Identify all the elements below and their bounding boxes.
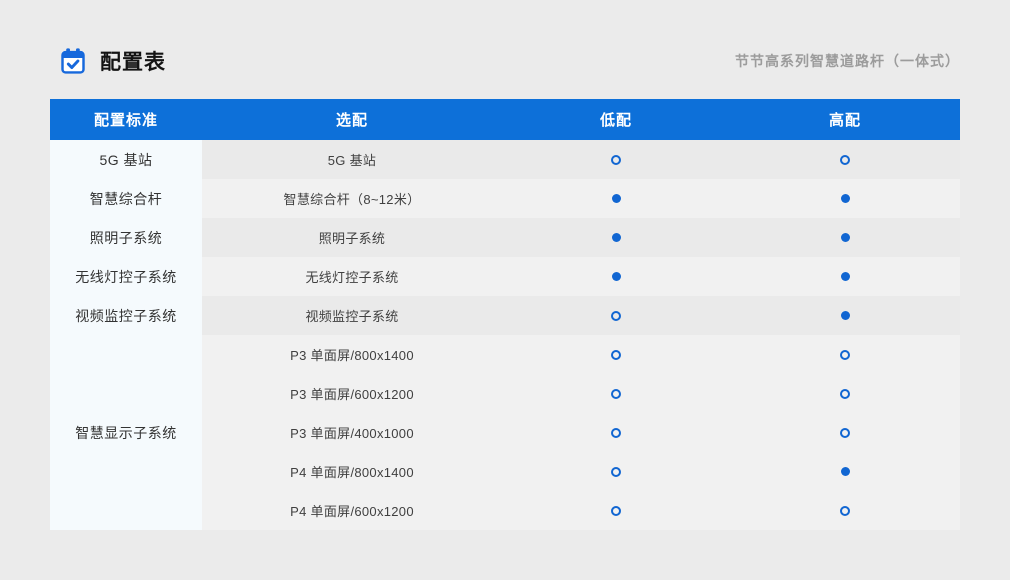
calendar-check-icon: [59, 47, 87, 75]
group-rows: P3 单面屏/800x1400 P3 单面屏/600x1200 P3 单面屏/400…: [202, 335, 960, 530]
option-label: P4 单面屏/800x1400: [202, 462, 502, 481]
high-config-cell: [730, 194, 960, 203]
high-config-cell: [730, 428, 960, 438]
option-label: 照明子系统: [202, 228, 502, 247]
marker-open-circle-icon: [840, 428, 850, 438]
category-label: 无线灯控子系统: [50, 257, 202, 296]
marker-open-circle-icon: [611, 311, 621, 321]
low-config-cell: [502, 350, 730, 360]
table-row: P4 单面屏/600x1200: [202, 491, 960, 530]
title-group: 配置表: [59, 46, 166, 76]
table-row: P3 单面屏/400x1000: [202, 413, 960, 452]
marker-open-circle-icon: [611, 389, 621, 399]
table-row: 照明子系统: [202, 218, 960, 257]
table-group: 智慧综合杆智慧综合杆（8~12米）: [50, 179, 960, 218]
marker-open-circle-icon: [611, 428, 621, 438]
table-row: 5G 基站: [202, 140, 960, 179]
low-config-cell: [502, 428, 730, 438]
marker-filled-circle-icon: [612, 194, 621, 203]
high-config-cell: [730, 506, 960, 516]
group-rows: 智慧综合杆（8~12米）: [202, 179, 960, 218]
option-label: P3 单面屏/600x1200: [202, 384, 502, 403]
category-label: 视频监控子系统: [50, 296, 202, 335]
marker-open-circle-icon: [840, 389, 850, 399]
marker-open-circle-icon: [611, 350, 621, 360]
category-label: 智慧综合杆: [50, 179, 202, 218]
page-header: 配置表 节节高系列智慧道路杆（一体式）: [59, 46, 960, 76]
table-group: 照明子系统照明子系统: [50, 218, 960, 257]
category-label: 智慧显示子系统: [50, 335, 202, 530]
group-rows: 照明子系统: [202, 218, 960, 257]
high-config-cell: [730, 311, 960, 320]
marker-filled-circle-icon: [841, 194, 850, 203]
marker-filled-circle-icon: [841, 311, 850, 320]
low-config-cell: [502, 272, 730, 281]
column-header-optional: 选配: [202, 109, 502, 130]
low-config-cell: [502, 155, 730, 165]
high-config-cell: [730, 467, 960, 476]
option-label: 智慧综合杆（8~12米）: [202, 189, 502, 208]
option-label: 5G 基站: [202, 150, 502, 169]
group-rows: 视频监控子系统: [202, 296, 960, 335]
series-subtitle: 节节高系列智慧道路杆（一体式）: [735, 51, 960, 71]
group-rows: 无线灯控子系统: [202, 257, 960, 296]
low-config-cell: [502, 467, 730, 477]
table-group: 无线灯控子系统无线灯控子系统: [50, 257, 960, 296]
column-header-high-config: 高配: [730, 109, 960, 130]
table-group: 5G 基站5G 基站: [50, 140, 960, 179]
marker-open-circle-icon: [840, 506, 850, 516]
low-config-cell: [502, 233, 730, 242]
low-config-cell: [502, 506, 730, 516]
group-rows: 5G 基站: [202, 140, 960, 179]
option-label: 视频监控子系统: [202, 306, 502, 325]
high-config-cell: [730, 350, 960, 360]
config-table: 配置标准 选配 低配 高配 5G 基站5G 基站智慧综合杆智慧综合杆（8~12米…: [50, 99, 960, 530]
table-group: 智慧显示子系统P3 单面屏/800x1400P3 单面屏/600x1200P3 …: [50, 335, 960, 530]
column-header-low-config: 低配: [502, 109, 730, 130]
category-label: 照明子系统: [50, 218, 202, 257]
low-config-cell: [502, 311, 730, 321]
option-label: P3 单面屏/400x1000: [202, 423, 502, 442]
marker-filled-circle-icon: [841, 233, 850, 242]
table-group: 视频监控子系统视频监控子系统: [50, 296, 960, 335]
marker-open-circle-icon: [611, 467, 621, 477]
high-config-cell: [730, 389, 960, 399]
table-row: 视频监控子系统: [202, 296, 960, 335]
table-row: 智慧综合杆（8~12米）: [202, 179, 960, 218]
low-config-cell: [502, 194, 730, 203]
marker-filled-circle-icon: [841, 272, 850, 281]
table-header-row: 配置标准 选配 低配 高配: [50, 99, 960, 140]
low-config-cell: [502, 389, 730, 399]
option-label: P4 单面屏/600x1200: [202, 501, 502, 520]
marker-filled-circle-icon: [612, 233, 621, 242]
high-config-cell: [730, 155, 960, 165]
option-label: 无线灯控子系统: [202, 267, 502, 286]
marker-filled-circle-icon: [841, 467, 850, 476]
high-config-cell: [730, 272, 960, 281]
marker-open-circle-icon: [611, 506, 621, 516]
marker-filled-circle-icon: [612, 272, 621, 281]
marker-open-circle-icon: [840, 350, 850, 360]
page-title: 配置表: [100, 46, 166, 76]
column-header-standard: 配置标准: [50, 109, 202, 130]
high-config-cell: [730, 233, 960, 242]
marker-open-circle-icon: [611, 155, 621, 165]
table-row: P3 单面屏/800x1400: [202, 335, 960, 374]
table-row: P3 单面屏/600x1200: [202, 374, 960, 413]
table-row: P4 单面屏/800x1400: [202, 452, 960, 491]
category-label: 5G 基站: [50, 140, 202, 179]
table-body: 5G 基站5G 基站智慧综合杆智慧综合杆（8~12米）照明子系统照明子系统无线灯…: [50, 140, 960, 530]
marker-open-circle-icon: [840, 155, 850, 165]
table-row: 无线灯控子系统: [202, 257, 960, 296]
option-label: P3 单面屏/800x1400: [202, 345, 502, 364]
